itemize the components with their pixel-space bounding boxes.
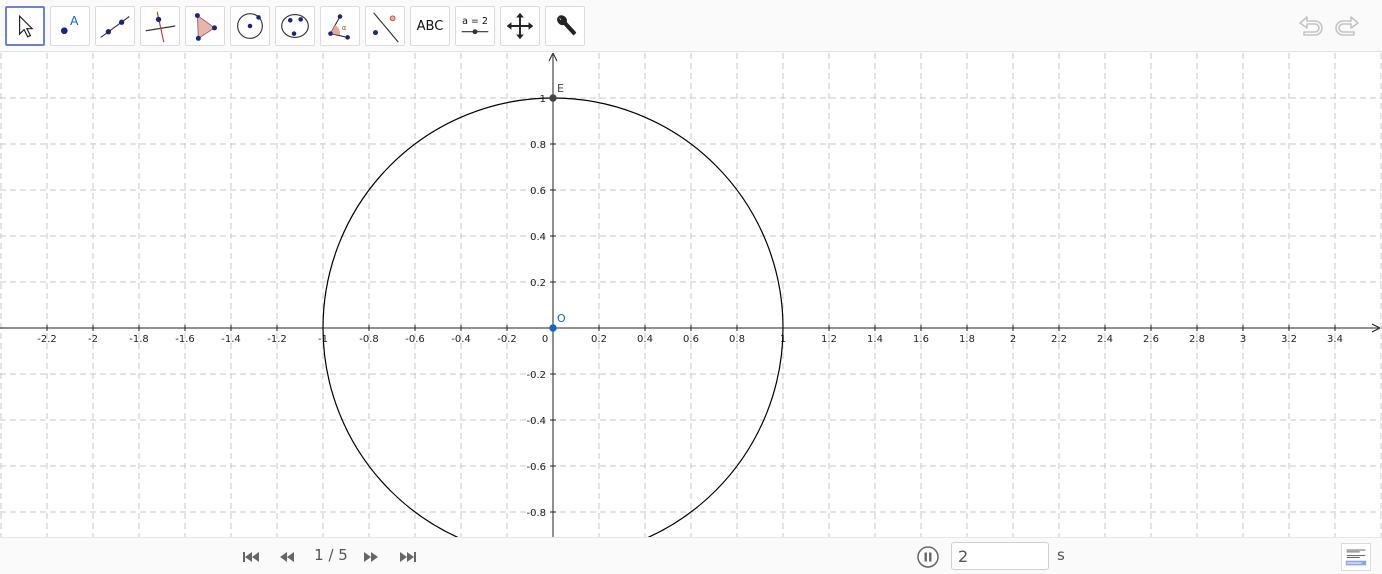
slide-counter: 1 / 5 (314, 546, 348, 564)
geogebra-app: A α ABC a = 2 -2.2 -2 -1.8 -1.6 -1.4 -1.… (0, 0, 1382, 574)
settings-button[interactable] (545, 6, 585, 46)
angle-tool-button[interactable]: α (320, 6, 360, 46)
x-tick-label: 1.2 (821, 334, 837, 345)
y-tick-labels: 1 0.8 0.6 0.4 0.2 -0.2 -0.4 -0.6 -0.8 (526, 94, 556, 519)
x-tick-label: -0.4 (451, 334, 471, 345)
slider-tool-label: a = 2 (462, 16, 488, 27)
x-tick-label: 2.4 (1097, 334, 1113, 345)
first-slide-icon[interactable] (240, 547, 262, 567)
line-tool-button[interactable] (95, 6, 135, 46)
y-tick-label: -0.6 (526, 462, 546, 473)
undo-icon[interactable] (1296, 12, 1326, 42)
x-tick-label: -2 (88, 334, 98, 345)
x-tick-label: -0.6 (405, 334, 425, 345)
move-arrows-icon (506, 12, 534, 40)
circle-tool-button[interactable] (230, 6, 270, 46)
axes (0, 53, 1381, 537)
arrow-cursor-icon (19, 14, 34, 38)
x-tick-label: 0.2 (591, 334, 607, 345)
circle-center-point-icon (237, 13, 263, 39)
slider-tool-button[interactable]: a = 2 (455, 6, 495, 46)
x-tick-label: 3.4 (1327, 334, 1343, 345)
move-tool-button[interactable] (5, 6, 45, 46)
x-tick-label: 3.2 (1281, 334, 1297, 345)
x-tick-label: 2 (1010, 334, 1016, 345)
y-tick-label: -0.4 (526, 416, 546, 427)
line-through-points-icon (100, 16, 130, 38)
coordinate-plane[interactable]: -2.2 -2 -1.8 -1.6 -1.4 -1.2 -1 -0.8 -0.6 -0.4 -0.2… (0, 53, 1382, 537)
text-tool-label: ABC (416, 19, 444, 34)
y-tick-label: 1 (540, 94, 546, 105)
y-tick-label: 0.6 (530, 186, 546, 197)
bottom-bar: 1 / 5 s (0, 537, 1382, 574)
redo-icon[interactable] (1332, 12, 1362, 42)
x-tick-label: 0.6 (683, 334, 699, 345)
grid (0, 53, 1382, 537)
x-tick-label: -1.4 (221, 334, 241, 345)
x-tick-label: 3 (1240, 334, 1246, 345)
x-tick-label: -1.2 (267, 334, 287, 345)
x-tick-label: -0.8 (359, 334, 379, 345)
point-o[interactable] (549, 324, 557, 332)
point-tool-button[interactable]: A (50, 6, 90, 46)
point-tool-label: A (70, 14, 79, 28)
perpendicular-line-icon (145, 11, 176, 43)
perpendicular-line-tool-button[interactable] (140, 6, 180, 46)
y-tick-label: 0.8 (530, 140, 546, 151)
x-tick-label: 0.8 (729, 334, 745, 345)
point-label-o: O (557, 312, 566, 325)
x-tick-label: 2.8 (1189, 334, 1205, 345)
x-tick-label: 1.4 (867, 334, 883, 345)
x-tick-label: 0.4 (637, 334, 653, 345)
x-tick-label: 2.6 (1143, 334, 1159, 345)
x-tick-label: 2.2 (1051, 334, 1067, 345)
angle-icon: α (328, 14, 350, 40)
graphics-view[interactable]: -2.2 -2 -1.8 -1.6 -1.4 -1.2 -1 -0.8 -0.6 -0.4 -0.2… (0, 53, 1382, 537)
x-tick-label: 1.6 (913, 334, 929, 345)
point-label-e: E (557, 82, 564, 95)
x-tick-label: -2.2 (37, 334, 57, 345)
y-tick-label: 0.2 (530, 278, 546, 289)
move-graphics-view-button[interactable] (500, 6, 540, 46)
point-e[interactable] (549, 94, 557, 102)
x-tick-label: -1.6 (175, 334, 195, 345)
reflect-tool-button[interactable] (365, 6, 405, 46)
y-tick-label: -0.8 (526, 508, 546, 519)
x-tick-label: 0 (542, 334, 548, 345)
x-tick-label: -1.8 (129, 334, 149, 345)
text-tool-button[interactable]: ABC (410, 6, 450, 46)
x-tick-label: 1.8 (959, 334, 975, 345)
point-icon: A (60, 14, 79, 35)
wrench-icon (557, 15, 577, 36)
polygon-tool-button[interactable] (185, 6, 225, 46)
speed-unit-label: s (1057, 546, 1065, 564)
slider-icon: a = 2 (461, 16, 489, 35)
y-tick-label: 0.4 (530, 232, 546, 243)
ellipse-icon (281, 14, 309, 38)
points: EO (549, 82, 566, 332)
reflect-about-line-icon (373, 12, 399, 43)
next-slide-icon[interactable] (360, 547, 382, 567)
pause-icon[interactable] (917, 546, 939, 568)
polygon-icon (194, 13, 217, 41)
x-tick-label: -0.2 (497, 334, 517, 345)
last-slide-icon[interactable] (397, 547, 419, 567)
animation-speed-input[interactable] (951, 542, 1049, 570)
svg-text:α: α (342, 24, 347, 32)
previous-slide-icon[interactable] (276, 547, 298, 567)
y-tick-label: -0.2 (526, 370, 546, 381)
conic-tool-button[interactable] (275, 6, 315, 46)
toolbar: A α ABC a = 2 (0, 0, 1382, 52)
algebra-view-icon[interactable] (1341, 543, 1371, 571)
